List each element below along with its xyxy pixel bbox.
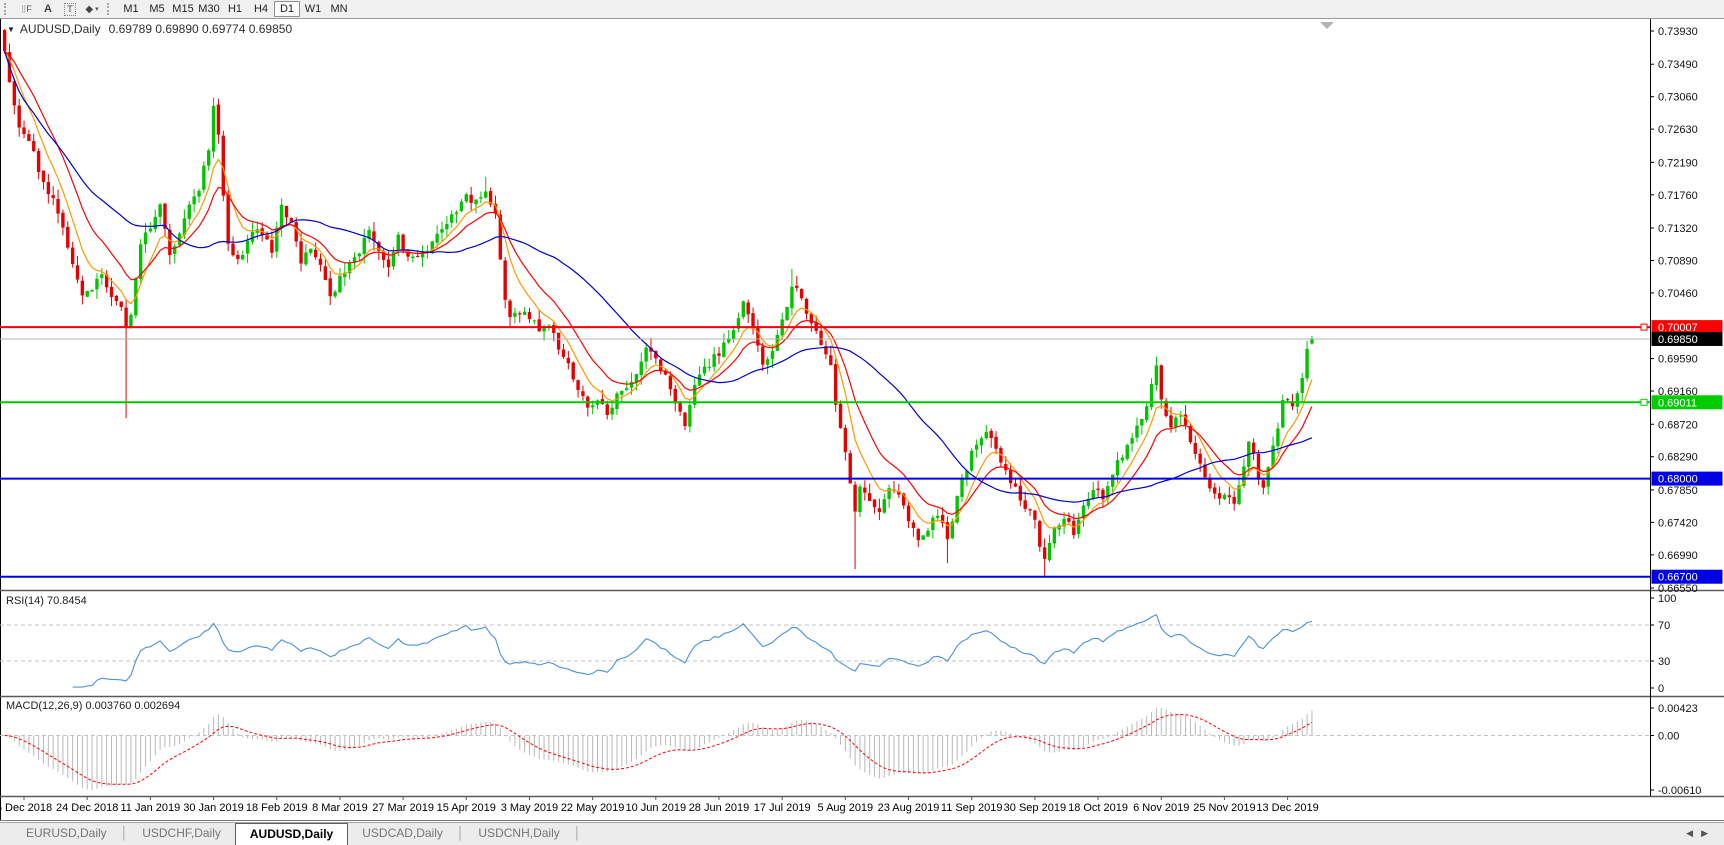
axis-label: 0.68290 [1658,452,1698,464]
symbol-tab-bar: EURUSD,Daily │ USDCHF,Daily AUDUSD,Daily… [0,822,1724,845]
axis-label: 0.73490 [1658,59,1698,71]
timeframe-h4-button[interactable]: H4 [248,1,274,17]
arrows-icon[interactable]: ◆▾ [84,2,100,17]
axis-label: 27 Mar 2019 [372,802,434,814]
tab-scroll-right-icon[interactable]: ▶ [1701,828,1716,838]
timeframe-d1-button[interactable]: D1 [274,1,300,17]
rsi-label: RSI(14) 70.8454 [6,595,87,607]
symbol-dropdown-icon[interactable]: ▼ [7,25,15,34]
axis-label: 0.67420 [1658,517,1698,529]
axis-label: 25 Nov 2019 [1193,802,1255,814]
axis-label: 18 Oct 2019 [1068,802,1128,814]
tab-usdchf[interactable]: USDCHF,Daily [128,823,235,845]
toolbar: ⣿F A T ◆▾ M1 M5 M15 M30 H1 H4 D1 W1 MN [0,0,1724,19]
axis-label: 0.70460 [1658,288,1698,300]
tab-audusd-active[interactable]: AUDUSD,Daily [235,823,348,845]
toolbar-grip-2[interactable] [107,3,112,15]
axis-label: 0.71320 [1658,223,1698,235]
tab-eurusd[interactable]: EURUSD,Daily [12,823,121,845]
macd-label: MACD(12,26,9) 0.003760 0.002694 [6,700,180,712]
axis-label: 0.72630 [1658,124,1698,136]
tab-separator: │ [121,823,129,845]
toolbar-grip[interactable] [4,3,9,15]
axis-label: 13 Dec 2019 [1256,802,1318,814]
axis-label: 70 [1658,620,1670,632]
axis-label: 5 Aug 2019 [818,802,874,814]
axis-label: 0.00 [1658,730,1679,742]
axis-label: 100 [1658,593,1676,605]
axis-label: 22 May 2019 [561,802,625,814]
symbol-name: AUDUSD,Daily [20,22,101,36]
axis-label: 0.66700 [1658,572,1698,584]
tab-usdcnh[interactable]: USDCNH,Daily [464,823,573,845]
axis-label: 11 Jan 2019 [120,802,180,814]
axis-label: 0.69590 [1658,354,1698,366]
timeframe-h1-button[interactable]: H1 [222,1,248,17]
fibonacci-grid-dots: ⣿ [21,5,25,13]
axis-label: 30 Sep 2019 [1004,802,1066,814]
axis-label: 0.68000 [1658,474,1698,486]
axis-label: 8 Mar 2019 [312,802,368,814]
axis-label: 5 Dec 2018 [0,802,52,814]
chart-title: ▼ AUDUSD,Daily 0.69789 0.69890 0.69774 0.6… [7,22,292,36]
axis-label: 28 Jun 2019 [689,802,750,814]
text-label-icon[interactable]: T [64,3,76,16]
tab-scroll-left-icon[interactable]: ◀ [1686,828,1701,838]
timeframe-m30-button[interactable]: M30 [196,1,222,17]
axis-label: 11 Sep 2019 [941,802,1003,814]
hline-handle[interactable] [1641,399,1647,405]
axis-label: 30 [1658,656,1670,668]
axis-label: 18 Feb 2019 [246,802,308,814]
axis-label: 0.69011 [1658,397,1697,409]
axis-label: 30 Jan 2019 [183,802,244,814]
axis-label: 0.72190 [1658,157,1698,169]
axis-label: 23 Aug 2019 [878,802,940,814]
axis-label: 3 May 2019 [501,802,558,814]
axis-label: 24 Dec 2018 [56,802,118,814]
timeframe-m5-button[interactable]: M5 [144,1,170,17]
tab-usdcad[interactable]: USDCAD,Daily [348,823,457,845]
axis-label: 15 Apr 2019 [437,802,496,814]
axis-label: 0.73060 [1658,92,1698,104]
hline-handle[interactable] [1641,324,1647,330]
timeframe-m15-button[interactable]: M15 [170,1,196,17]
ohlc-values: 0.69789 0.69890 0.69774 0.69850 [109,22,293,36]
axis-label: 0.73930 [1658,26,1698,38]
axis-label: 0.69850 [1658,334,1698,346]
axis-label: 0.71760 [1658,190,1698,202]
chart-canvas[interactable]: 0.73930 0.73490 0.73060 0.72630 0.72190 0.717… [0,0,1724,844]
axis-label: 17 Jul 2019 [754,802,811,814]
axis-label: 10 Jun 2019 [626,802,687,814]
timeframe-mn-button[interactable]: MN [326,1,352,17]
chevron-down-icon[interactable]: ▾ [95,5,99,13]
axis-label: 0.70890 [1658,255,1698,267]
axis-label: -0.00610 [1658,785,1701,797]
tab-separator: │ [574,823,582,845]
axis-label: 0.67850 [1658,485,1698,497]
timeframe-m1-button[interactable]: M1 [118,1,144,17]
axis-label: 0.68720 [1658,419,1698,431]
fibonacci-icon[interactable]: ⣿F [18,2,34,17]
tab-separator: │ [457,823,465,845]
axis-label: 0 [1658,683,1664,695]
timeframe-w1-button[interactable]: W1 [300,1,326,17]
axis-label: 6 Nov 2019 [1133,802,1189,814]
text-icon[interactable]: A [40,2,56,17]
axis-label: 0.00423 [1658,703,1698,715]
axis-label: 0.66990 [1658,550,1698,562]
